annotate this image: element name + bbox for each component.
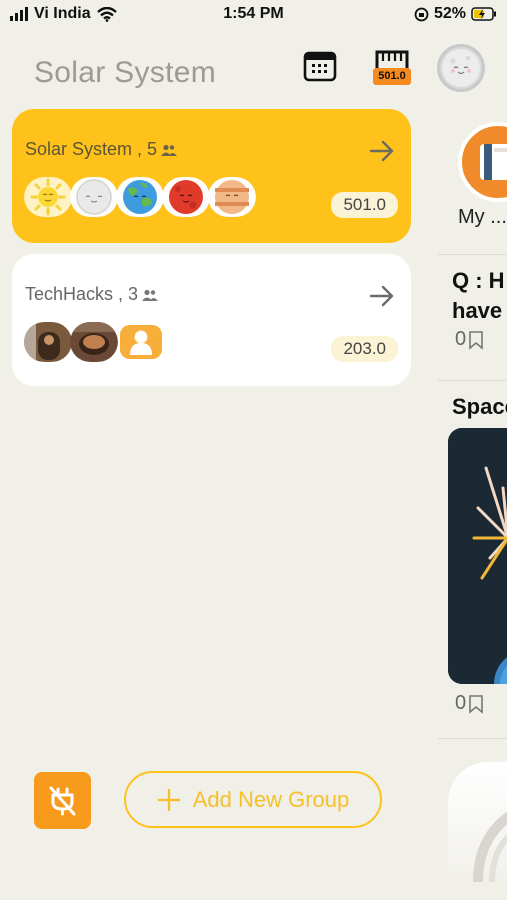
question-text-line2: have [452,298,503,323]
divider [438,254,507,255]
default-user-avatar [120,325,162,359]
group-card-solar-system[interactable]: Solar System , 5 501.0 [12,109,411,243]
moon-avatar [70,177,118,217]
calendar-icon[interactable] [303,50,337,82]
group-score: 203.0 [331,336,398,362]
post-title[interactable]: Space [452,394,507,420]
bookmark-icon[interactable] [468,330,484,350]
arrow-right-icon[interactable] [369,284,395,308]
profile-avatar[interactable] [437,44,485,92]
earth-avatar [116,177,164,217]
divider [438,738,507,739]
group-name: TechHacks , 3 [25,284,159,305]
post-image[interactable] [448,428,507,684]
arrow-right-icon[interactable] [369,139,395,163]
question-text[interactable]: Q : H [452,268,505,294]
page-title: Solar System [34,56,216,89]
group-card-techhacks[interactable]: TechHacks , 3 203.0 [12,254,411,386]
next-post-card[interactable] [448,762,507,883]
plus-icon [157,788,180,811]
moon-face-icon [442,49,480,87]
group-name: Solar System , 5 [25,139,178,160]
people-icon [161,144,178,156]
bookmark-icon[interactable] [468,694,484,714]
battery-charging-icon [471,7,496,21]
sun-avatar [24,177,72,217]
orientation-lock-icon [414,7,429,21]
story-label: My ... [458,206,507,228]
book-icon [480,144,507,180]
post-stats: 0 [455,692,484,715]
score-meter-button[interactable]: 501.0 [373,50,411,86]
divider [438,380,507,381]
people-icon [142,289,159,301]
jupiter-avatar [208,177,256,217]
power-off-button[interactable] [34,772,91,829]
add-new-group-button[interactable]: Add New Group [124,771,382,828]
power-off-icon [49,786,76,816]
story-avatar-my[interactable] [458,122,507,202]
mars-avatar [162,177,210,217]
post-stats: 0 [455,328,484,351]
photo-avatar [24,322,72,362]
group-score: 501.0 [331,192,398,218]
battery-percent: 52% [433,5,466,22]
status-bar: Vi India 1:54 PM 52% [0,0,507,32]
photo-avatar [70,322,118,362]
feed-panel-peek: My ... Q : H have 0 Space 0 [438,100,507,900]
member-avatars [24,322,162,362]
member-avatars [24,177,256,217]
meter-badge: 501.0 [373,68,411,85]
add-new-group-label: Add New Group [192,786,350,812]
